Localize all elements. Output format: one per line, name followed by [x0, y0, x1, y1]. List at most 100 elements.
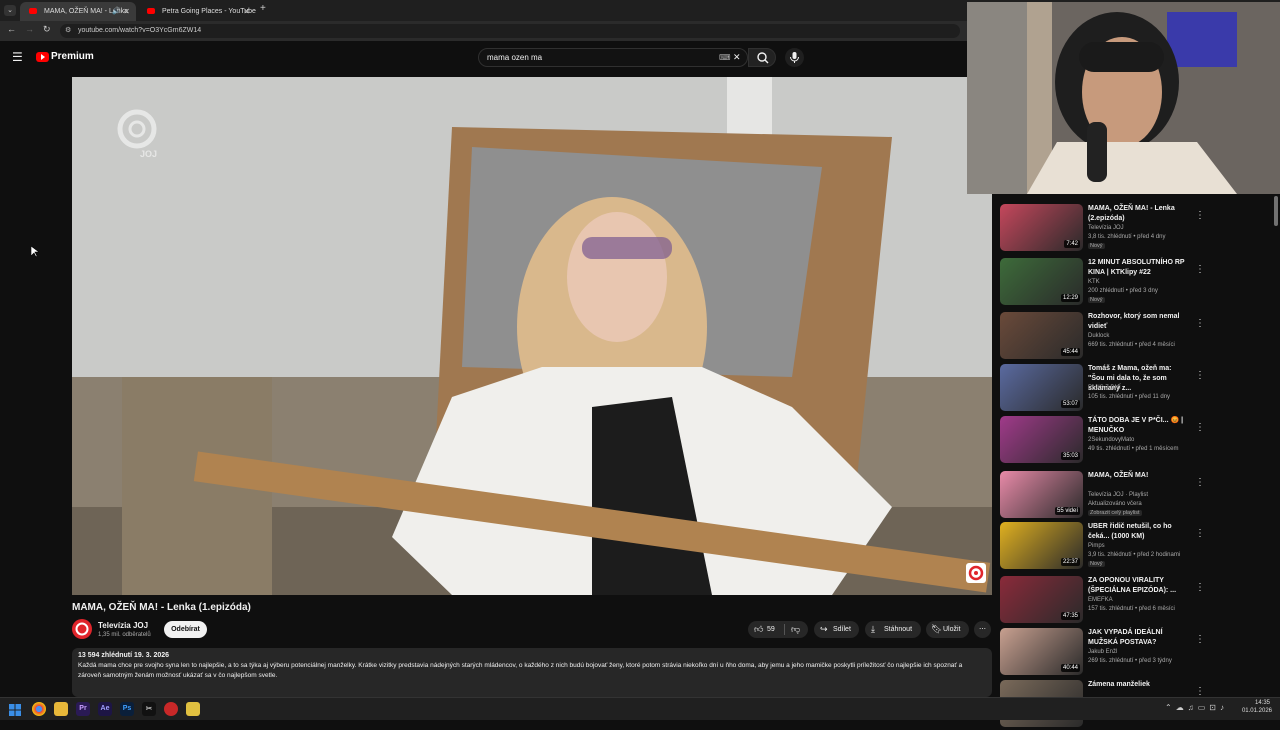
url-field[interactable]: ⚙ youtube.com/watch?v=O3YcGm6ZW14	[60, 24, 960, 38]
more-vertical-icon[interactable]: ⋮	[1195, 528, 1205, 539]
more-vertical-icon[interactable]: ⋮	[1195, 264, 1205, 275]
recommendation-title[interactable]: MAMA, OŽEŇ MA! - Lenka (2.epizóda)	[1088, 204, 1188, 224]
recommendation-channel[interactable]: Jakub Enžl	[1088, 649, 1117, 655]
back-icon[interactable]: ←	[7, 24, 16, 34]
keyboard-icon[interactable]: ⌨	[719, 49, 731, 66]
video-thumbnail[interactable]: 35:03	[1000, 416, 1083, 463]
video-thumbnail[interactable]: 12:29	[1000, 258, 1083, 305]
search-value: mama ozen ma	[487, 53, 543, 62]
video-title: MAMA, OŽEŇ MA! - Lenka (1.epizóda)	[72, 602, 251, 613]
file-explorer-icon[interactable]	[54, 702, 68, 716]
more-vertical-icon[interactable]: ⋮	[1195, 582, 1205, 593]
channel-branding-icon[interactable]	[966, 563, 986, 583]
recommendation-channel[interactable]: PLUS 7 DNÍ	[1088, 385, 1121, 391]
photoshop-icon[interactable]: Ps	[120, 702, 134, 716]
close-tab-icon[interactable]: ✕	[123, 2, 130, 21]
recommendation-channel[interactable]: Televízia JOJ	[1088, 225, 1124, 231]
webcam-image	[967, 2, 1280, 194]
forward-icon[interactable]: →	[25, 24, 34, 34]
start-menu-icon[interactable]	[9, 703, 21, 716]
save-button[interactable]: 🔖︎ Uložit	[926, 621, 969, 638]
channel-avatar[interactable]	[72, 619, 92, 639]
recommendation-meta: 105 tis. zhlédnutí • před 11 dny	[1088, 394, 1171, 400]
clock-date[interactable]: 01.01.2026	[1240, 708, 1272, 714]
app-icon-red[interactable]	[164, 702, 178, 716]
recommendation-meta: 200 zhlédnutí • před 3 dny	[1088, 288, 1158, 294]
recommendation-item[interactable]: 7:42 MAMA, OŽEŇ MA! - Lenka (2.epizóda) Te…	[1000, 204, 1270, 254]
recommendation-title[interactable]: TÁTO DOBA JE V P*ČI... 😡 | MENUČKO	[1088, 416, 1188, 436]
voice-search-button[interactable]	[785, 48, 804, 67]
recommendation-title[interactable]: MAMA, OŽEŇ MA!	[1088, 471, 1188, 481]
recommendation-title[interactable]: ZA OPONOU VIRALITY (ŠPECIÁLNA EPIZÓDA): …	[1088, 576, 1188, 596]
subscriber-count: 1,35 mil. odběratelů	[98, 632, 151, 638]
tab-active[interactable]: MAMA, OŽEŇ MA! - Lenka 🔊 ✕	[20, 2, 136, 21]
recommendation-channel[interactable]: EMEFKA	[1088, 597, 1113, 603]
capcut-icon[interactable]: ✂	[142, 702, 156, 716]
recommendation-item[interactable]: 40:44 JAK VYPADÁ IDEÁLNÍ MUŽSKÁ POSTAVA? J…	[1000, 628, 1270, 678]
more-actions-button[interactable]: ⋯	[974, 621, 991, 638]
more-vertical-icon[interactable]: ⋮	[1195, 318, 1205, 329]
video-thumbnail[interactable]: 40:44	[1000, 628, 1083, 675]
video-player[interactable]: JOJ	[72, 77, 992, 595]
clock-time[interactable]: 14:35	[1244, 700, 1270, 706]
share-icon: ↪	[820, 624, 828, 634]
app-icon-yellow[interactable]	[186, 702, 200, 716]
tab-list-menu-icon[interactable]: ⌄	[4, 5, 16, 16]
recommendation-title[interactable]: JAK VYPADÁ IDEÁLNÍ MUŽSKÁ POSTAVA?	[1088, 628, 1188, 648]
windows-taskbar: Pr Ae Ps ✂ ⌃☁♫▭⊡♪ 14:35 01.01.2026	[0, 697, 1280, 720]
recommendation-channel[interactable]: KTK	[1088, 279, 1100, 285]
download-button[interactable]: ⤓ Stáhnout	[865, 621, 921, 638]
video-thumbnail[interactable]: 47:35	[1000, 576, 1083, 623]
new-tab-icon[interactable]: +	[260, 3, 266, 14]
recommendation-channel[interactable]: 2SekundovyMato	[1088, 437, 1134, 443]
video-thumbnail[interactable]: 55 videí	[1000, 471, 1083, 518]
duration-badge: 53:07	[1060, 400, 1080, 408]
subscribe-button[interactable]: Odebírat	[164, 621, 207, 638]
recommendation-channel[interactable]: Pimps	[1088, 543, 1105, 549]
search-button[interactable]	[748, 48, 776, 67]
recommendation-channel[interactable]: Duklock	[1088, 333, 1109, 339]
recommendation-item[interactable]: 22:37 UBER řidič netušil, co ho čeká... (…	[1000, 522, 1270, 572]
sidebar-scrollbar[interactable]	[1274, 196, 1278, 226]
more-vertical-icon[interactable]: ⋮	[1195, 686, 1205, 697]
dislike-button[interactable]: 👎︎	[786, 621, 806, 638]
like-button[interactable]: 👍︎ 59	[748, 621, 784, 638]
speaker-icon[interactable]: 🔊	[112, 2, 121, 21]
recommendation-title[interactable]: Rozhovor, ktorý som nemal vidieť	[1088, 312, 1188, 332]
video-thumbnail[interactable]: 22:37	[1000, 522, 1083, 569]
video-thumbnail[interactable]: 45:44	[1000, 312, 1083, 359]
recommendation-title[interactable]: Zámena manželiek	[1088, 680, 1188, 690]
more-vertical-icon[interactable]: ⋮	[1195, 634, 1205, 645]
more-vertical-icon[interactable]: ⋮	[1195, 422, 1205, 433]
menu-icon[interactable]: ☰	[12, 50, 23, 64]
new-badge: Nový	[1088, 243, 1105, 249]
share-button[interactable]: ↪ Sdílet	[814, 621, 859, 638]
tab-petra[interactable]: Petra Going Places - YouTube ✕	[138, 2, 256, 21]
more-vertical-icon[interactable]: ⋮	[1195, 210, 1205, 221]
video-thumbnail[interactable]: 53:07	[1000, 364, 1083, 411]
recommendation-item[interactable]: 45:44 Rozhovor, ktorý som nemal vidieť Duk…	[1000, 312, 1270, 362]
recommendation-title[interactable]: UBER řidič netušil, co ho čeká... (1000 …	[1088, 522, 1188, 542]
recommendation-item[interactable]: 53:07 Tomáš z Mama, ožeň ma: "Šou mi dala…	[1000, 364, 1270, 414]
recommendation-item[interactable]: 35:03 TÁTO DOBA JE V P*ČI... 😡 | MENUČKO 2…	[1000, 416, 1270, 466]
more-vertical-icon[interactable]: ⋮	[1195, 370, 1205, 381]
recommendation-meta: 269 tis. zhlédnutí • před 3 týdny	[1088, 658, 1172, 664]
chrome-icon[interactable]	[32, 702, 46, 716]
search-input[interactable]: mama ozen ma ⌨ ✕	[478, 48, 748, 67]
recommendation-title[interactable]: 12 MINUT ABSOLUTNÍHO RP KINA | KTKlipy #…	[1088, 258, 1188, 278]
clear-search-icon[interactable]: ✕	[733, 49, 741, 66]
after-effects-icon[interactable]: Ae	[98, 702, 112, 716]
close-tab-icon[interactable]: ✕	[243, 2, 250, 21]
more-vertical-icon[interactable]: ⋮	[1195, 477, 1205, 488]
premiere-pro-icon[interactable]: Pr	[76, 702, 90, 716]
recommendation-item[interactable]: 55 videí MAMA, OŽEŇ MA! Televízia JOJ · Pl…	[1000, 471, 1270, 521]
recommendation-item[interactable]: 47:35 ZA OPONOU VIRALITY (ŠPECIÁLNA EPIZÓ…	[1000, 576, 1270, 626]
channel-name[interactable]: Televízia JOJ	[98, 621, 148, 630]
recommendation-item[interactable]: 12:29 12 MINUT ABSOLUTNÍHO RP KINA | KTKl…	[1000, 258, 1270, 308]
site-info-icon[interactable]: ⚙	[65, 24, 71, 38]
video-thumbnail[interactable]: 7:42	[1000, 204, 1083, 251]
recommendation-channel[interactable]: Televízia JOJ · Playlist	[1088, 492, 1148, 498]
tray-icons[interactable]: ⌃☁♫▭⊡♪	[1165, 703, 1228, 712]
reload-icon[interactable]: ↻	[43, 24, 51, 35]
description-box[interactable]: 13 594 zhlédnutí 19. 3. 2026 Každá mama …	[72, 648, 992, 697]
